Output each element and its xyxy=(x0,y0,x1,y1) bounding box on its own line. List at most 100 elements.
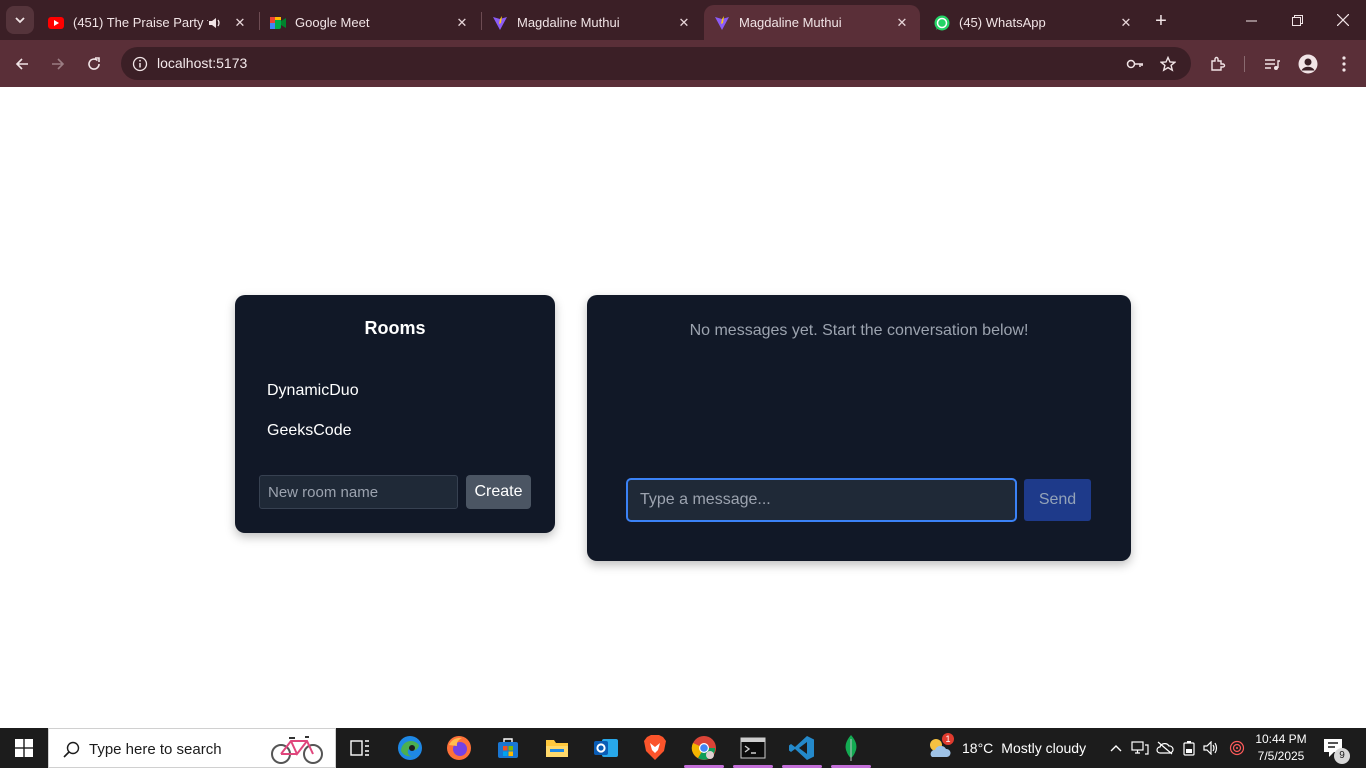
restore-icon xyxy=(1291,14,1303,26)
start-button[interactable] xyxy=(0,728,48,768)
room-item[interactable]: DynamicDuo xyxy=(267,382,359,400)
toolbar-divider xyxy=(1244,56,1245,72)
tab-whatsapp[interactable]: (45) WhatsApp ✕ xyxy=(924,5,1144,40)
vite-icon xyxy=(492,15,508,31)
network-icon[interactable] xyxy=(1130,738,1150,758)
reload-icon xyxy=(88,57,100,70)
taskbar-terminal[interactable] xyxy=(729,728,777,768)
show-hidden-icons-button[interactable] xyxy=(1106,738,1126,758)
battery-icon[interactable] xyxy=(1179,738,1199,758)
tab-title: Google Meet xyxy=(295,15,370,30)
close-tab-icon[interactable]: ✕ xyxy=(676,15,692,31)
taskbar-search[interactable]: Type here to search xyxy=(48,728,336,768)
tab-youtube[interactable]: (451) The Praise Party ft ✕ xyxy=(38,5,258,40)
google-meet-icon xyxy=(270,15,286,31)
media-controls-button[interactable] xyxy=(1258,50,1286,78)
vite-icon xyxy=(714,15,730,31)
youtube-icon xyxy=(48,15,64,31)
search-placeholder: Type here to search xyxy=(89,741,222,758)
chat-panel: No messages yet. Start the conversation … xyxy=(587,295,1131,561)
wifi-off-icon[interactable] xyxy=(1227,738,1247,758)
rooms-title: Rooms xyxy=(364,318,426,338)
close-icon xyxy=(1337,14,1349,26)
taskbar-file-explorer[interactable] xyxy=(533,728,581,768)
taskbar-outlook[interactable] xyxy=(582,728,630,768)
send-button[interactable]: Send xyxy=(1024,479,1091,521)
close-tab-icon[interactable]: ✕ xyxy=(232,15,248,31)
mongodb-leaf-icon xyxy=(845,735,857,761)
notification-count-badge: 9 xyxy=(1334,748,1350,764)
notification-center-button[interactable]: 9 xyxy=(1322,737,1350,764)
task-view-button[interactable] xyxy=(336,728,384,768)
taskbar-chrome[interactable] xyxy=(680,728,728,768)
brave-icon xyxy=(644,735,666,760)
arrow-right-icon xyxy=(52,58,65,70)
extensions-button[interactable] xyxy=(1204,50,1232,78)
task-view-icon xyxy=(350,740,369,756)
message-input[interactable] xyxy=(626,478,1017,522)
minimize-button[interactable] xyxy=(1228,0,1274,40)
search-icon xyxy=(61,739,81,759)
url-text: localhost:5173 xyxy=(157,55,248,71)
tab-google-meet[interactable]: Google Meet ✕ xyxy=(260,5,480,40)
taskbar-edge[interactable] xyxy=(386,728,434,768)
tab-title: (451) The Praise Party ft xyxy=(73,15,208,30)
bicycle-icon xyxy=(269,733,325,768)
arrow-left-icon xyxy=(15,58,28,70)
cloud-moon-icon: 1 xyxy=(926,733,954,761)
taskbar-mongodb[interactable] xyxy=(827,728,875,768)
whatsapp-icon xyxy=(934,15,950,31)
back-button[interactable] xyxy=(8,50,36,78)
tab-magdaline-active[interactable]: Magdaline Muthui ✕ xyxy=(704,5,920,40)
bookmark-star-icon[interactable] xyxy=(1157,53,1179,75)
tab-search-button[interactable] xyxy=(6,6,34,34)
chrome-icon xyxy=(691,736,716,760)
password-key-icon[interactable] xyxy=(1124,53,1146,75)
close-tab-icon[interactable]: ✕ xyxy=(894,15,910,31)
tab-title: Magdaline Muthui xyxy=(517,15,620,30)
taskbar-store[interactable] xyxy=(484,728,532,768)
rooms-panel: Rooms DynamicDuo GeeksCode Create xyxy=(235,295,555,533)
close-tab-icon[interactable]: ✕ xyxy=(454,15,470,31)
clock-time: 10:44 PM xyxy=(1255,732,1307,746)
address-bar[interactable]: localhost:5173 xyxy=(121,47,1191,80)
new-tab-button[interactable]: + xyxy=(1150,10,1172,32)
close-window-button[interactable] xyxy=(1320,0,1366,40)
more-vertical-icon xyxy=(1342,56,1346,72)
puzzle-icon xyxy=(1211,56,1226,71)
weather-temp: 18°C xyxy=(962,740,994,756)
avatar xyxy=(1298,54,1318,74)
clock-date: 7/5/2025 xyxy=(1257,749,1305,763)
chevron-up-icon xyxy=(1110,745,1122,752)
chevron-down-icon xyxy=(15,17,25,24)
close-tab-icon[interactable]: ✕ xyxy=(1118,15,1134,31)
taskbar-brave[interactable] xyxy=(631,728,679,768)
empty-messages-text: No messages yet. Start the conversation … xyxy=(689,322,1029,339)
store-icon xyxy=(498,738,518,758)
create-room-button[interactable]: Create xyxy=(466,475,531,509)
browser-menu-button[interactable] xyxy=(1330,50,1358,78)
forward-button[interactable] xyxy=(44,50,72,78)
firefox-icon xyxy=(447,736,471,760)
tab-title: Magdaline Muthui xyxy=(739,15,842,30)
folder-icon xyxy=(546,740,568,757)
system-clock[interactable]: 10:44 PM 7/5/2025 xyxy=(1253,731,1309,765)
terminal-icon xyxy=(740,737,766,759)
taskbar-firefox[interactable] xyxy=(435,728,483,768)
weather-widget[interactable]: 1 18°C Mostly cloudy xyxy=(926,728,1086,768)
cloud-sync-off-icon[interactable] xyxy=(1155,738,1175,758)
room-item[interactable]: GeeksCode xyxy=(267,422,352,440)
windows-logo-icon xyxy=(15,739,33,757)
speaker-icon[interactable] xyxy=(208,16,222,30)
browser-toolbar: localhost:5173 xyxy=(0,40,1366,87)
taskbar-vscode[interactable] xyxy=(778,728,826,768)
new-room-input[interactable] xyxy=(259,475,458,509)
profile-button[interactable] xyxy=(1294,50,1322,78)
site-info-icon[interactable] xyxy=(129,53,151,75)
volume-icon[interactable] xyxy=(1201,738,1221,758)
restore-button[interactable] xyxy=(1274,0,1320,40)
reload-button[interactable] xyxy=(80,50,108,78)
minimize-icon xyxy=(1245,20,1257,21)
tab-magdaline-1[interactable]: Magdaline Muthui ✕ xyxy=(482,5,702,40)
vscode-icon xyxy=(789,736,814,760)
